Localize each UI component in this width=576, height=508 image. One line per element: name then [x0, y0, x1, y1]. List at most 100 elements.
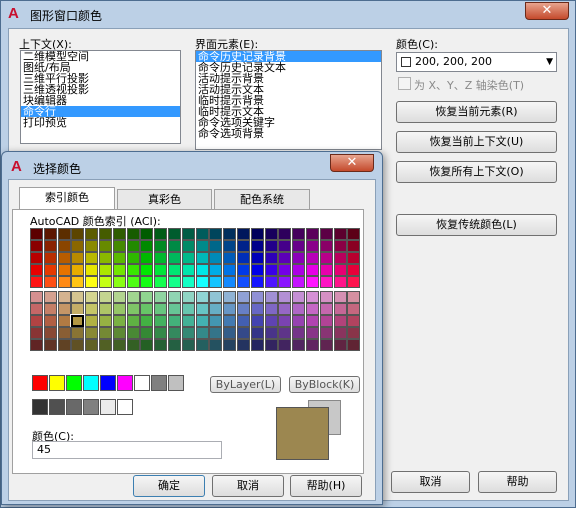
aci-color-cell[interactable]	[43, 291, 57, 303]
aci-color-cell[interactable]	[30, 315, 43, 327]
aci-color-cell[interactable]	[43, 327, 57, 339]
aci-color-cell[interactable]	[292, 276, 306, 288]
aci-color-cell[interactable]	[43, 339, 57, 351]
aci-color-cell[interactable]	[333, 327, 347, 339]
aci-color-cell[interactable]	[195, 291, 209, 303]
aci-color-cell[interactable]	[85, 240, 99, 252]
aci-color-cell[interactable]	[168, 327, 181, 339]
aci-color-cell[interactable]	[237, 303, 250, 315]
close-button[interactable]: ✕	[525, 2, 569, 20]
aci-color-cell[interactable]	[195, 315, 209, 327]
aci-color-cell[interactable]	[85, 252, 99, 264]
aci-color-cell[interactable]	[154, 240, 168, 252]
aci-color-cell[interactable]	[319, 303, 333, 315]
standard-color-cell[interactable]	[49, 375, 65, 391]
aci-color-cell[interactable]	[195, 327, 209, 339]
aci-color-cell[interactable]	[209, 228, 223, 240]
aci-color-cell[interactable]	[223, 339, 237, 351]
aci-color-cell[interactable]	[209, 303, 223, 315]
aci-color-cell[interactable]	[71, 303, 85, 315]
aci-color-cell[interactable]	[278, 240, 292, 252]
aci-color-cell[interactable]	[292, 303, 306, 315]
aci-color-cell[interactable]	[209, 240, 223, 252]
aci-color-cell[interactable]	[209, 252, 223, 264]
aci-color-cell[interactable]	[57, 240, 71, 252]
standard-color-cell[interactable]	[32, 375, 48, 391]
aci-color-cell[interactable]	[292, 339, 306, 351]
aci-color-cell[interactable]	[112, 228, 126, 240]
aci-color-cell[interactable]	[168, 228, 181, 240]
restore-classic-colors-button[interactable]: 恢复传统颜色(L)	[396, 214, 557, 236]
aci-color-cell[interactable]	[209, 291, 223, 303]
aci-color-cell[interactable]	[237, 291, 250, 303]
aci-color-cell[interactable]	[140, 264, 154, 276]
aci-color-cell[interactable]	[347, 228, 361, 240]
aci-color-cell[interactable]	[168, 252, 181, 264]
aci-color-cell[interactable]	[99, 291, 112, 303]
aci-color-cell[interactable]	[250, 291, 264, 303]
aci-color-cell[interactable]	[250, 276, 264, 288]
aci-color-cell[interactable]	[140, 240, 154, 252]
standard-color-cell[interactable]	[83, 375, 99, 391]
aci-color-cell[interactable]	[264, 264, 278, 276]
aci-color-cell[interactable]	[71, 339, 85, 351]
aci-color-cell[interactable]	[154, 276, 168, 288]
aci-color-cell[interactable]	[278, 339, 292, 351]
aci-color-cell[interactable]	[347, 303, 361, 315]
aci-color-cell[interactable]	[306, 228, 319, 240]
aci-color-cell[interactable]	[168, 339, 181, 351]
aci-color-cell[interactable]	[278, 303, 292, 315]
aci-color-cell[interactable]	[306, 276, 319, 288]
aci-color-cell[interactable]	[154, 303, 168, 315]
aci-color-cell[interactable]	[71, 264, 85, 276]
aci-color-cell[interactable]	[209, 339, 223, 351]
aci-color-cell[interactable]	[319, 264, 333, 276]
aci-color-cell[interactable]	[168, 264, 181, 276]
aci-color-cell[interactable]	[30, 339, 43, 351]
aci-color-cell[interactable]	[71, 228, 85, 240]
aci-color-cell[interactable]	[126, 276, 140, 288]
dialog-close-button[interactable]: ✕	[330, 154, 374, 172]
aci-color-cell[interactable]	[57, 276, 71, 288]
aci-color-cell[interactable]	[237, 264, 250, 276]
aci-color-cell[interactable]	[319, 252, 333, 264]
aci-color-cell[interactable]	[319, 315, 333, 327]
aci-color-cell[interactable]	[195, 228, 209, 240]
dialog-cancel-button[interactable]: 取消	[212, 475, 284, 497]
aci-color-cell[interactable]	[126, 228, 140, 240]
aci-color-cell[interactable]	[154, 264, 168, 276]
aci-color-cell[interactable]	[195, 264, 209, 276]
standard-color-cell[interactable]	[151, 375, 167, 391]
standard-color-cell[interactable]	[168, 375, 184, 391]
aci-color-cell[interactable]	[30, 228, 43, 240]
aci-color-cell[interactable]	[223, 303, 237, 315]
aci-color-cell[interactable]	[126, 327, 140, 339]
aci-color-cell[interactable]	[99, 303, 112, 315]
aci-color-cell[interactable]	[140, 228, 154, 240]
aci-color-cell[interactable]	[306, 252, 319, 264]
aci-color-cell[interactable]	[112, 327, 126, 339]
aci-color-cell[interactable]	[264, 303, 278, 315]
restore-element-button[interactable]: 恢复当前元素(R)	[396, 101, 557, 123]
aci-color-cell[interactable]	[57, 252, 71, 264]
standard-color-cell[interactable]	[66, 375, 82, 391]
aci-color-cell[interactable]	[292, 291, 306, 303]
aci-color-cell[interactable]	[71, 252, 85, 264]
aci-color-cell[interactable]	[347, 327, 361, 339]
context-item[interactable]: 打印预览	[21, 117, 180, 128]
aci-color-cell[interactable]	[250, 264, 264, 276]
aci-color-cell[interactable]	[140, 315, 154, 327]
aci-color-cell[interactable]	[112, 276, 126, 288]
aci-color-cell[interactable]	[154, 252, 168, 264]
aci-color-cell[interactable]	[306, 240, 319, 252]
aci-color-cell[interactable]	[85, 303, 99, 315]
aci-color-cell[interactable]	[85, 327, 99, 339]
aci-color-cell[interactable]	[292, 315, 306, 327]
restore-context-button[interactable]: 恢复当前上下文(U)	[396, 131, 557, 153]
aci-color-cell[interactable]	[140, 252, 154, 264]
aci-color-cell[interactable]	[30, 252, 43, 264]
aci-color-cell[interactable]	[333, 303, 347, 315]
aci-color-cell[interactable]	[168, 276, 181, 288]
aci-color-cell[interactable]	[85, 228, 99, 240]
aci-color-cell[interactable]	[43, 276, 57, 288]
